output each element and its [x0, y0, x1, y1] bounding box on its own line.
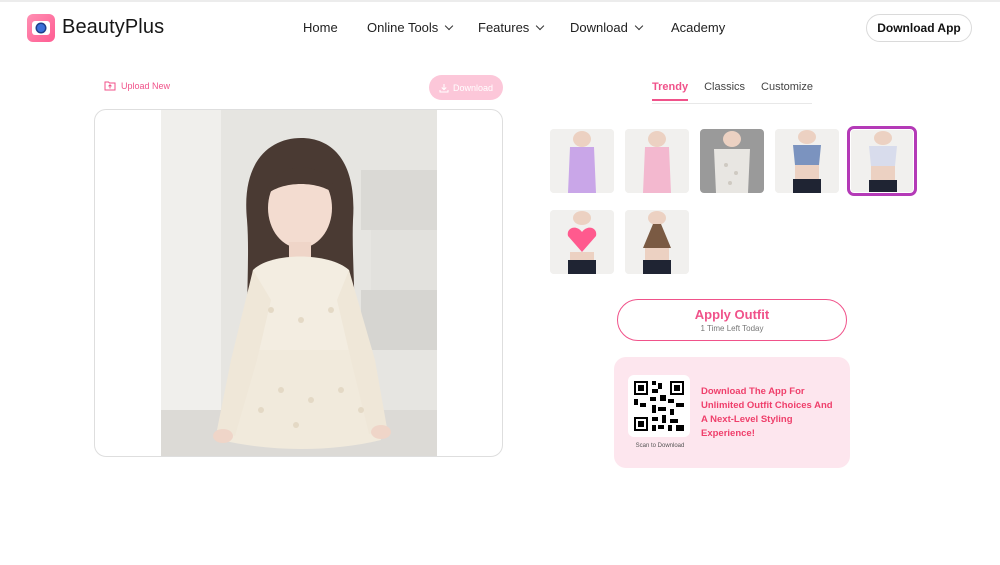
outfit-thumbnail[interactable] — [550, 129, 614, 193]
nav-academy[interactable]: Academy — [671, 20, 725, 35]
qr-code-icon — [634, 381, 684, 431]
pink-heart-top-image — [550, 210, 614, 274]
outfit-thumbnail[interactable] — [775, 129, 839, 193]
apply-outfit-button[interactable]: Apply Outfit 1 Time Left Today — [617, 299, 847, 341]
apply-outfit-label: Apply Outfit — [694, 307, 770, 322]
nav-features-label: Features — [478, 20, 530, 35]
app-download-promo-card: Scan to Download Download The App For Un… — [614, 357, 850, 468]
tab-classics[interactable]: Classics — [704, 81, 745, 101]
chevron-down-icon — [445, 21, 454, 31]
qr-code[interactable] — [628, 375, 690, 437]
outfit-thumbnail-selected[interactable] — [847, 126, 917, 196]
pearl-bustier-top-image — [851, 130, 913, 192]
download-app-button[interactable]: Download App — [866, 14, 972, 42]
outfit-thumbnail[interactable] — [625, 129, 689, 193]
outfit-thumbnail[interactable] — [700, 129, 764, 193]
brand-name[interactable]: BeautyPlus — [62, 16, 164, 39]
denim-crop-top-image — [775, 129, 839, 193]
chevron-down-icon — [634, 21, 644, 31]
tabs-divider — [652, 103, 812, 104]
download-button[interactable]: Download — [429, 75, 503, 100]
top-navigation-bar: BeautyPlus Home Online Tools Features Do… — [0, 0, 1000, 54]
nav-online-tools[interactable]: Online Tools — [367, 20, 454, 35]
upload-new-button[interactable]: Upload New — [104, 80, 170, 91]
nav-download[interactable]: Download — [570, 20, 644, 35]
usage-remaining-text: 1 Time Left Today — [700, 324, 764, 333]
download-icon — [439, 83, 449, 92]
beautyplus-logo-icon[interactable] — [27, 14, 55, 42]
white-floral-dress-image — [700, 129, 764, 193]
brown-halter-top-image — [625, 210, 689, 274]
promo-message: Download The App For Unlimited Outfit Ch… — [701, 386, 833, 439]
nav-features[interactable]: Features — [478, 20, 545, 35]
nav-download-label: Download — [570, 20, 628, 35]
portrait-photo — [161, 110, 437, 456]
outfit-thumbnail[interactable] — [625, 210, 689, 274]
lavender-slip-dress-image — [550, 129, 614, 193]
woman-in-lace-dress-illustration — [161, 110, 437, 456]
pink-satin-dress-image — [625, 129, 689, 193]
download-label: Download — [452, 82, 494, 93]
nav-home-label: Home — [303, 20, 338, 35]
upload-new-label: Upload New — [121, 80, 171, 91]
nav-home[interactable]: Home — [303, 20, 338, 35]
chevron-down-icon — [536, 21, 545, 31]
nav-online-tools-label: Online Tools — [367, 20, 439, 35]
tab-trendy[interactable]: Trendy — [652, 81, 689, 101]
image-preview-frame — [94, 109, 503, 457]
outfit-thumbnail[interactable] — [550, 210, 614, 274]
folder-upload-icon — [104, 81, 116, 91]
qr-caption: Scan to Download — [635, 443, 685, 449]
outfit-category-tabs: Trendy Classics Customize — [652, 81, 829, 101]
tab-customize[interactable]: Customize — [761, 81, 813, 101]
nav-academy-label: Academy — [671, 20, 726, 35]
